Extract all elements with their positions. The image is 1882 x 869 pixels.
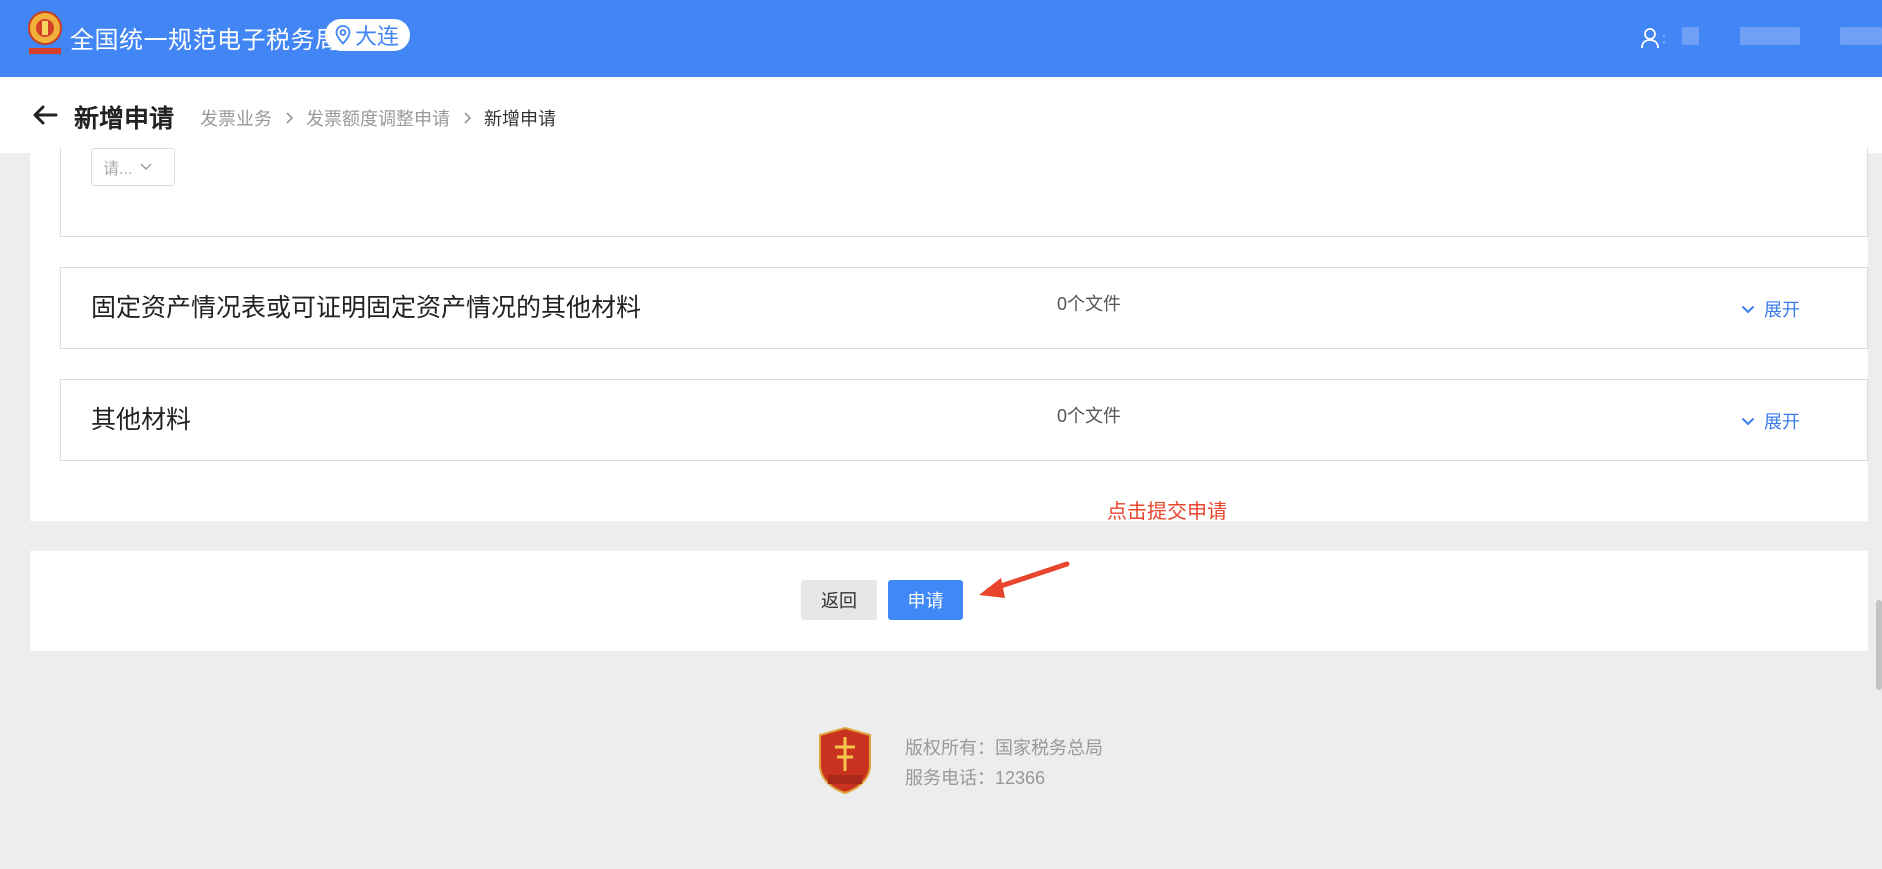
region-label: 大连	[355, 24, 400, 49]
action-bar: 返回 申请	[30, 551, 1868, 651]
material-panel-other: 其他材料 0个文件 展开	[60, 379, 1868, 461]
user-menu[interactable]: :	[1640, 26, 1666, 50]
expand-label: 展开	[1764, 412, 1800, 432]
region-selector[interactable]: 大连	[325, 19, 411, 51]
breadcrumb-current: 新增申请	[484, 109, 556, 129]
material-panel-fixed-assets: 固定资产情况表或可证明固定资产情况的其他材料 0个文件 展开	[60, 267, 1868, 349]
chevron-down-icon	[1741, 305, 1755, 313]
redacted-user-info	[1740, 27, 1800, 45]
file-count: 0个文件	[1057, 406, 1122, 426]
file-count: 0个文件	[1057, 294, 1122, 314]
material-title: 其他材料	[91, 406, 192, 434]
site-title: 全国统一规范电子税务局	[70, 27, 340, 54]
apply-button[interactable]: 申请	[888, 580, 963, 620]
user-name-separator: :	[1662, 30, 1666, 46]
footer-phone: 服务电话：12366	[905, 768, 1046, 788]
tax-emblem-icon	[28, 11, 62, 54]
breadcrumb: 发票业务 发票额度调整申请 新增申请	[200, 105, 556, 131]
breadcrumb-invoice-business[interactable]: 发票业务	[200, 105, 272, 131]
user-icon	[1641, 28, 1659, 49]
location-pin-icon	[335, 25, 351, 45]
submit-hint-annotation: 点击提交申请	[1107, 501, 1227, 523]
application-form: 请... 固定资产情况表或可证明固定资产情况的其他材料 0个文件 展开 其他材料…	[30, 148, 1868, 521]
chevron-down-icon	[1741, 417, 1755, 425]
back-button[interactable]: 返回	[801, 580, 877, 620]
previous-material-panel	[60, 148, 1868, 237]
expand-label: 展开	[1764, 300, 1800, 320]
select-placeholder: 请...	[103, 161, 133, 178]
material-title: 固定资产情况表或可证明固定资产情况的其他材料	[91, 294, 642, 322]
party-government-emblem-icon	[819, 726, 871, 795]
scrollbar-thumb[interactable]	[1876, 600, 1882, 690]
page-header: 新增申请 发票业务 发票额度调整申请 新增申请	[0, 77, 1882, 153]
page-scrollbar[interactable]	[1872, 153, 1882, 869]
chevron-down-icon	[140, 163, 152, 170]
material-type-select[interactable]: 请...	[91, 148, 175, 186]
footer-copyright: 版权所有：国家税务总局	[905, 738, 1103, 758]
redacted-user-name	[1682, 27, 1699, 45]
footer-info: 版权所有：国家税务总局 服务电话：12366	[905, 733, 1103, 793]
annotation-arrow-icon	[979, 561, 1070, 598]
expand-button[interactable]: 展开	[1741, 296, 1800, 322]
chevron-right-icon	[286, 112, 294, 124]
page-title: 新增申请	[74, 105, 175, 133]
chevron-right-icon	[464, 112, 472, 124]
breadcrumb-quota-adjustment[interactable]: 发票额度调整申请	[306, 105, 450, 131]
back-arrow-icon[interactable]	[32, 103, 58, 127]
top-navigation-bar: 全国统一规范电子税务局 大连 :	[0, 0, 1882, 77]
expand-button[interactable]: 展开	[1741, 408, 1800, 434]
redacted-account-info	[1840, 27, 1882, 45]
